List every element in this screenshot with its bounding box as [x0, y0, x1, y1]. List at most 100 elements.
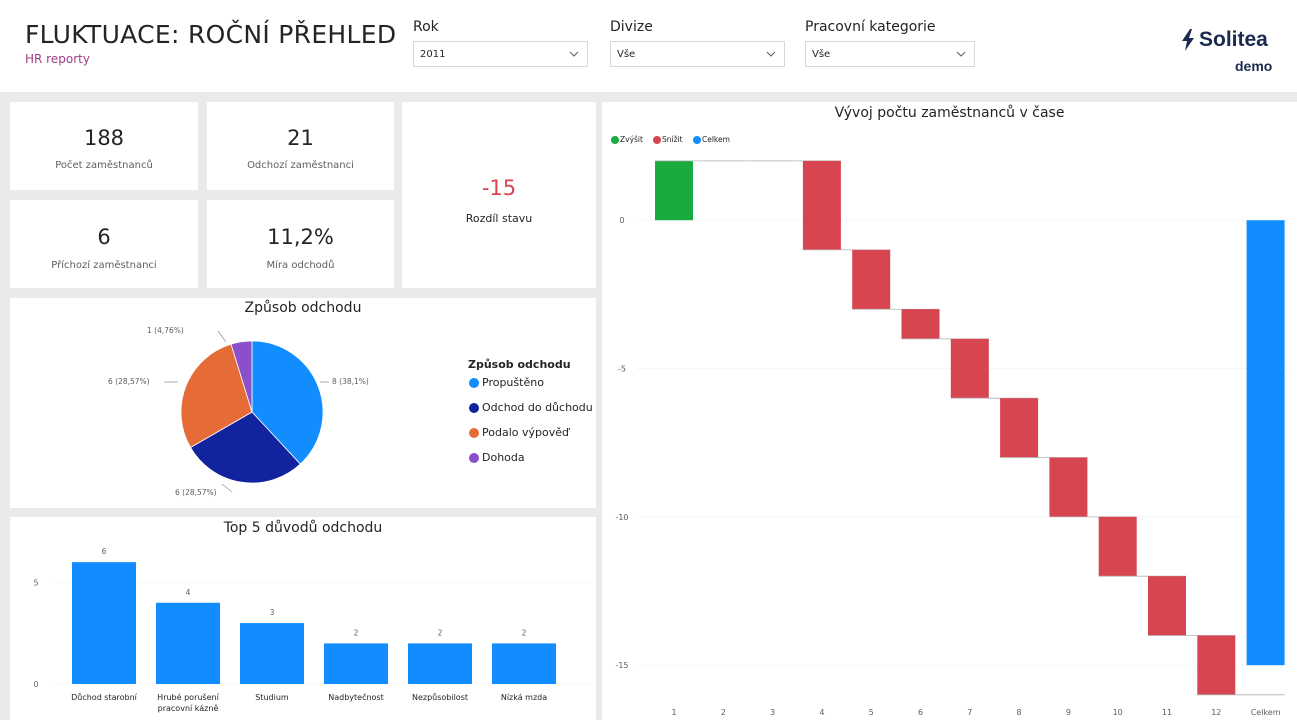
waterfall-x-tick-label: 11 [1162, 708, 1172, 717]
waterfall-x-tick-label: Celkem [1251, 708, 1281, 717]
bar-data-label: 4 [186, 588, 191, 597]
kpi-difference-label: Rozdíl stavu [465, 212, 533, 225]
year-dropdown-value: 2011 [420, 49, 446, 60]
pie-legend-item[interactable]: Propuštěno [469, 376, 544, 389]
waterfall-bar[interactable] [1148, 576, 1186, 636]
waterfall-x-tick-label: 3 [770, 708, 775, 717]
kpi-leaving-label: Odchozí zaměstnanci [247, 160, 354, 171]
waterfall-x-tick-label: 1 [671, 708, 676, 717]
legend-dot-icon [469, 452, 479, 463]
waterfall-bar[interactable] [852, 249, 891, 310]
pie-legend-label: Dohoda [482, 451, 525, 464]
bar[interactable] [240, 623, 304, 684]
category-dropdown[interactable]: Vše [805, 41, 975, 67]
waterfall-bar[interactable] [1000, 398, 1039, 458]
waterfall-bar[interactable] [1197, 635, 1236, 695]
filter-year: Rok 2011 [413, 19, 588, 67]
bar-data-label: 2 [354, 628, 359, 637]
chevron-down-icon [569, 51, 579, 57]
bar-y-tick-label: 0 [33, 680, 38, 689]
report-header: FLUKTUACE: ROČNÍ PŘEHLED HR reporty Rok … [0, 0, 1297, 92]
kpi-leaving: 21 Odchozí zaměstnanci [207, 102, 394, 190]
pie-legend-label: Podalo výpověď [482, 426, 569, 439]
waterfall-total-bar[interactable] [1246, 220, 1285, 666]
waterfall-x-tick-label: 2 [721, 708, 726, 717]
kpi-turnover-rate-label: Míra odchodů [266, 260, 335, 271]
pie-label-leader [221, 483, 233, 493]
waterfall-chart: 0-5-10-151 2 3 4 5 6 7 8 9 10 11 12 Celkem [615, 160, 1292, 717]
waterfall-y-tick-label: -10 [615, 513, 628, 522]
bar-category-label: Hrubé porušení [157, 692, 219, 702]
bar[interactable] [408, 643, 472, 684]
kpi-difference: -15 Rozdíl stavu [402, 102, 596, 288]
pie-legend-label: Propuštěno [482, 376, 544, 389]
waterfall-bar[interactable] [901, 309, 940, 339]
bar-data-label: 3 [270, 608, 275, 617]
waterfall-bar[interactable] [802, 160, 841, 250]
waterfall-x-tick-label: 5 [869, 708, 874, 717]
waterfall-y-tick-label: -5 [618, 365, 626, 374]
pie-legend-item[interactable]: Dohoda [469, 451, 525, 464]
bar-category-label: pracovní kázně [158, 704, 219, 713]
kpi-employees: 188 Počet zaměstnanců [10, 102, 198, 190]
waterfall-x-tick-label: 12 [1211, 708, 1221, 717]
bar[interactable] [492, 643, 556, 684]
bar-category-label: Důchod starobní [71, 692, 138, 702]
waterfall-y-tick-label: -15 [615, 661, 628, 670]
report-title: FLUKTUACE: ROČNÍ PŘEHLED [25, 20, 397, 49]
legend-dot-icon [469, 402, 479, 413]
kpi-incoming-label: Příchozí zaměstnanci [51, 260, 157, 271]
pie-legend-item[interactable]: Podalo výpověď [469, 426, 569, 439]
waterfall-x-tick-label: 9 [1066, 708, 1071, 717]
filter-division: Divize Vše [610, 19, 785, 67]
waterfall-x-tick-label: 8 [1017, 708, 1022, 717]
chevron-down-icon [956, 51, 966, 57]
waterfall-bar[interactable] [655, 160, 693, 221]
kpi-incoming-value: 6 [97, 225, 111, 249]
waterfall-bar[interactable] [950, 338, 989, 399]
kpi-employees-value: 188 [83, 126, 125, 150]
bar[interactable] [324, 643, 388, 684]
pie-data-label: 8 (38,1%) [332, 377, 369, 386]
pie-chart-panel: Způsob odchodu 8 (38,1%) 6 (28,57%) 6 (28,… [10, 298, 596, 508]
pie-legend-title: Způsob odchodu [468, 358, 571, 371]
legend-dot-icon [469, 377, 479, 388]
bar[interactable] [156, 602, 220, 684]
bar-chart-panel: Top 5 důvodů odchodu 0 5 6 Důchod starobní 4… [10, 517, 596, 720]
filter-category-label: Pracovní kategorie [805, 19, 936, 35]
waterfall-x-tick-label: 7 [967, 708, 972, 717]
bar-data-label: 2 [522, 628, 527, 637]
waterfall-bar[interactable] [1098, 516, 1137, 577]
waterfall-y-tick-label: 0 [619, 216, 624, 225]
company-logo: Solitea demo [1180, 28, 1272, 74]
year-dropdown[interactable]: 2011 [413, 41, 588, 67]
report-subtitle: HR reporty [25, 52, 90, 66]
kpi-turnover-rate: 11,2% Míra odchodů [207, 200, 394, 288]
logo-subtext: demo [1235, 58, 1273, 74]
bar-chart: 0 5 6 Důchod starobní 4 Hrubé porušení pracovn… [33, 547, 590, 713]
bar-category-label: Nízká mzda [501, 693, 547, 702]
bar[interactable] [72, 562, 136, 684]
pie-data-label: 1 (4,76%) [147, 326, 184, 335]
division-dropdown[interactable]: Vše [610, 41, 785, 67]
bar-data-label: 2 [438, 628, 443, 637]
waterfall-bar[interactable] [1049, 457, 1088, 517]
waterfall-x-tick-label: 6 [918, 708, 923, 717]
chevron-down-icon [766, 51, 776, 57]
bar-category-label: Studium [255, 693, 289, 702]
pie-legend-label: Odchod do důchodu [482, 401, 593, 414]
kpi-turnover-rate-value: 11,2% [267, 225, 334, 249]
lightning-icon [1182, 29, 1194, 51]
pie-label-leader [217, 330, 227, 343]
pie-legend-item[interactable]: Odchod do důchodu [469, 401, 593, 414]
division-dropdown-value: Vše [617, 49, 636, 60]
bar-data-label: 6 [102, 547, 107, 556]
waterfall-x-tick-label: 4 [819, 708, 824, 717]
filter-division-label: Divize [610, 19, 653, 35]
waterfall-x-tick-label: 10 [1113, 708, 1123, 717]
pie-data-label: 6 (28,57%) [175, 488, 217, 497]
category-dropdown-value: Vše [812, 49, 831, 60]
bar-category-label: Nadbytečnost [328, 692, 384, 702]
bar-y-tick-label: 5 [33, 578, 38, 587]
kpi-difference-value: -15 [481, 176, 517, 200]
